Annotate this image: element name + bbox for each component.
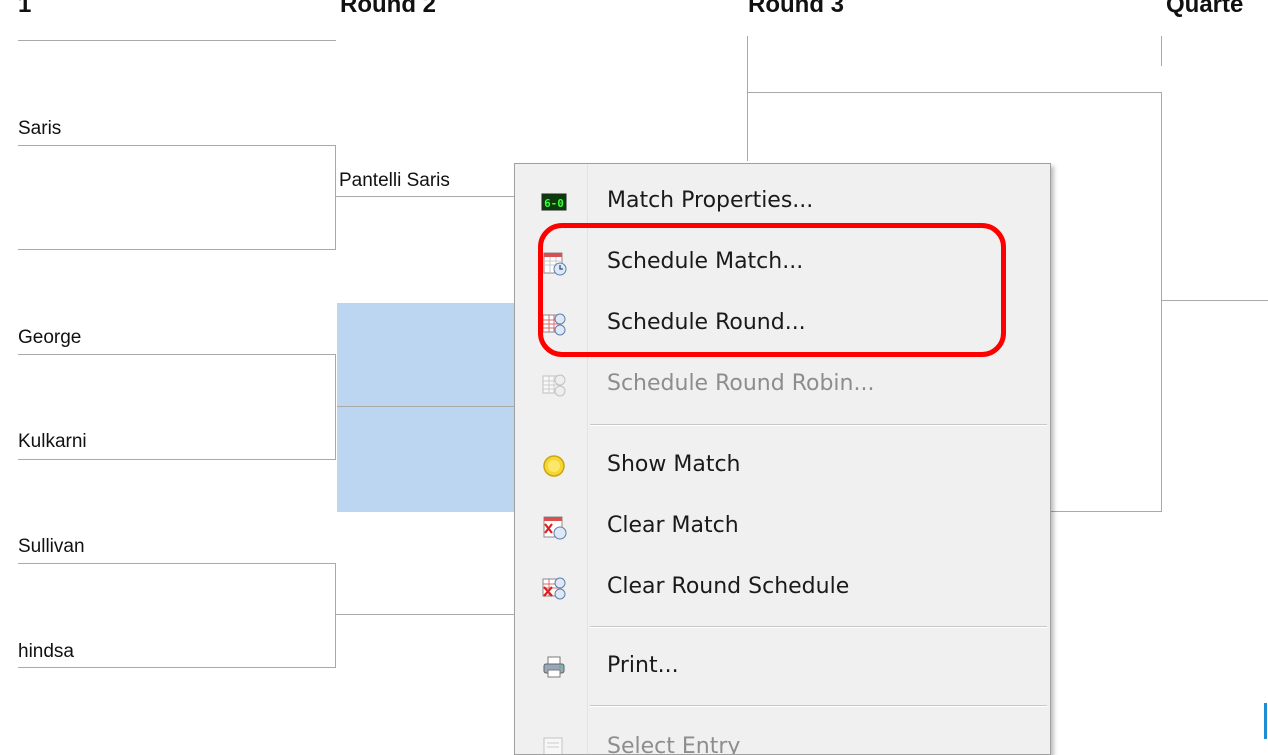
bracket-line: [335, 145, 336, 250]
bracket-line: [1161, 36, 1162, 66]
grid-clock-icon: [541, 311, 567, 337]
bracket-line: [1162, 300, 1268, 301]
menu-item-label: Clear Round Schedule: [607, 574, 850, 599]
menu-item-schedule-match[interactable]: Schedule Match...: [515, 232, 1050, 292]
player-name[interactable]: hindsa: [18, 641, 74, 663]
window-edge-accent: [1264, 703, 1267, 739]
bracket-line: [337, 406, 515, 407]
bracket-line: [18, 145, 336, 146]
menu-item-label: Select Entry: [607, 734, 741, 755]
bracket-line: [18, 40, 336, 41]
menu-separator: [590, 705, 1047, 707]
bracket-line: [747, 36, 748, 161]
menu-item-label: Schedule Round...: [607, 310, 806, 335]
bracket-line: [336, 196, 516, 197]
selected-match-highlight[interactable]: [337, 303, 514, 512]
menu-item-label: Schedule Match...: [607, 249, 804, 274]
match-score-icon: 6-0: [541, 189, 567, 215]
menu-item-clear-match[interactable]: Clear Match: [515, 496, 1050, 556]
menu-item-show-match[interactable]: Show Match: [515, 435, 1050, 495]
menu-separator: [590, 424, 1047, 426]
menu-item-select-entry[interactable]: Select Entry: [515, 717, 1050, 755]
bracket-line: [335, 563, 336, 668]
menu-item-schedule-round-robin[interactable]: Schedule Round Robin...: [515, 354, 1050, 414]
bracket-line: [335, 354, 336, 460]
bracket-line: [18, 667, 336, 668]
quarterfinal-header: Quarte: [1166, 0, 1244, 18]
bracket-line: [748, 92, 1162, 93]
menu-item-schedule-round[interactable]: Schedule Round...: [515, 293, 1050, 353]
bracket-line: [1048, 511, 1162, 512]
player-name[interactable]: Sullivan: [18, 536, 85, 558]
grid-clock-icon: [541, 372, 567, 398]
player-name[interactable]: Kulkarni: [18, 431, 87, 453]
round-3-header: Round 3: [748, 0, 844, 18]
round-2-header: Round 2: [340, 0, 436, 18]
player-name[interactable]: Pantelli Saris: [339, 170, 450, 192]
player-name[interactable]: George: [18, 327, 81, 349]
menu-item-clear-round-schedule[interactable]: Clear Round Schedule: [515, 557, 1050, 617]
menu-item-label: Show Match: [607, 452, 741, 477]
menu-item-label: Match Properties...: [607, 188, 814, 213]
bracket-line: [1161, 92, 1162, 512]
entry-icon: [541, 735, 567, 754]
player-name[interactable]: Saris: [18, 118, 61, 140]
printer-icon: [541, 654, 567, 680]
grid-x-icon: [541, 575, 567, 601]
context-menu: 6-0 Match Properties... Schedule Match..…: [514, 163, 1051, 755]
calendar-clock-icon: [541, 250, 567, 276]
svg-text:6-0: 6-0: [544, 197, 564, 210]
menu-item-label: Schedule Round Robin...: [607, 371, 875, 396]
menu-separator: [590, 626, 1047, 628]
menu-item-match-properties[interactable]: 6-0 Match Properties...: [515, 171, 1050, 231]
menu-item-label: Print...: [607, 653, 679, 678]
yellow-circle-icon: [541, 453, 567, 479]
bracket-line: [336, 614, 516, 615]
round-1-header: 1: [18, 0, 32, 18]
bracket-line: [18, 459, 336, 460]
bracket-line: [18, 563, 336, 564]
bracket-line: [18, 354, 336, 355]
calendar-x-icon: [541, 514, 567, 540]
menu-item-print[interactable]: Print...: [515, 636, 1050, 696]
bracket-line: [18, 249, 336, 250]
menu-item-label: Clear Match: [607, 513, 739, 538]
